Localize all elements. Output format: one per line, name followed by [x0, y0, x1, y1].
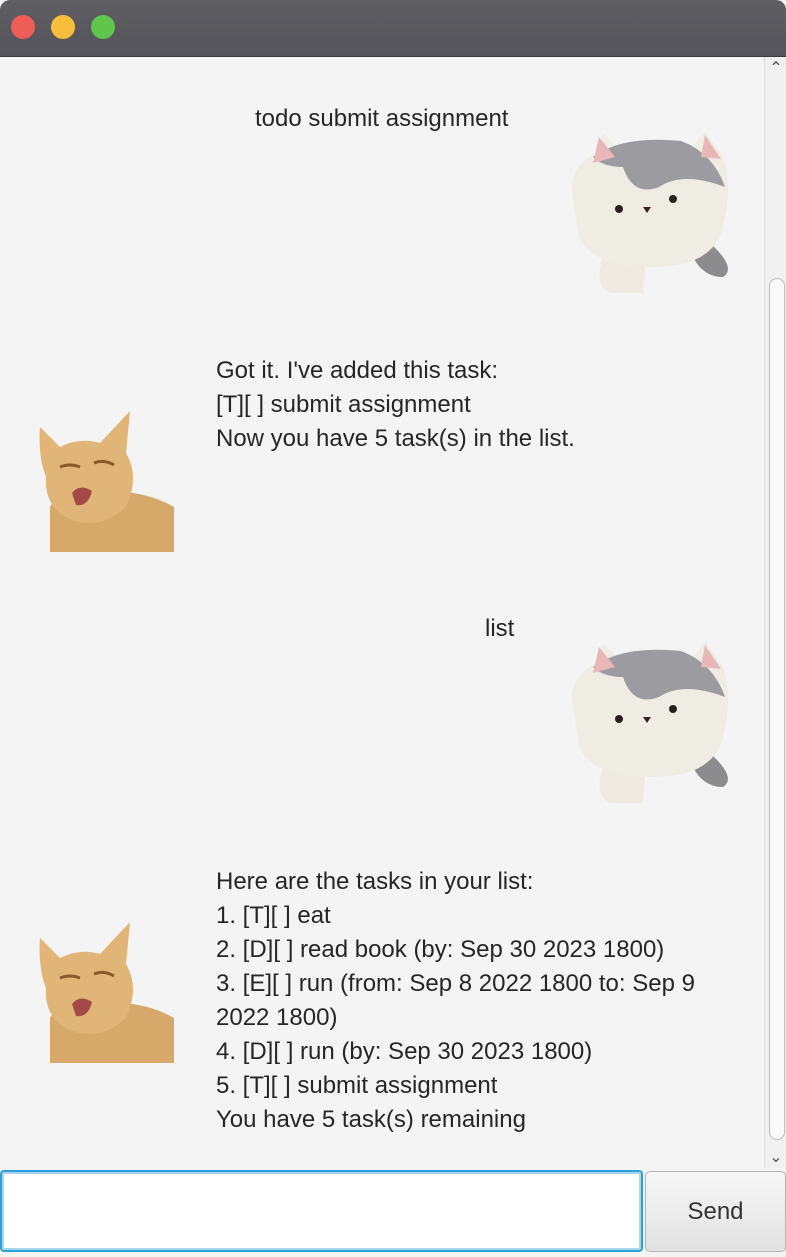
message-line: Here are the tasks in your list:: [216, 868, 534, 895]
minimize-window-button[interactable]: [51, 15, 75, 39]
message-line: 1. [T][ ] eat: [216, 902, 331, 929]
message-line: 5. [T][ ] submit assignment: [216, 1072, 498, 1099]
chevron-down-icon[interactable]: ⌄: [765, 1146, 786, 1168]
close-window-button[interactable]: [11, 15, 35, 39]
user-message: list: [485, 612, 514, 646]
maximize-window-button[interactable]: [91, 15, 115, 39]
user-message: todo submit assignment: [255, 102, 508, 136]
message-line: [T][ ] submit assignment: [216, 391, 471, 418]
window-titlebar: [0, 0, 786, 57]
message-line: 4. [D][ ] run (by: Sep 30 2023 1800): [216, 1038, 593, 1065]
orange-cat-avatar: [39, 922, 174, 1063]
dialog-container[interactable]: todo submit assignment Got it. I've adde…: [0, 57, 764, 1168]
vertical-scrollbar[interactable]: ⌃ ⌄: [764, 57, 786, 1168]
message-line: todo submit assignment: [255, 105, 509, 132]
chevron-up-icon[interactable]: ⌃: [765, 57, 786, 79]
scrollbar-thumb[interactable]: [769, 278, 785, 1140]
plush-cat-avatar: [572, 641, 728, 803]
bot-message: Got it. I've added this task: [T][ ] sub…: [216, 354, 575, 456]
message-line: 2. [D][ ] read book (by: Sep 30 2023 180…: [216, 936, 665, 963]
message-input[interactable]: [0, 1170, 643, 1252]
message-line: 3. [E][ ] run (from: Sep 8 2022 1800 to:…: [216, 970, 695, 997]
message-line: Got it. I've added this task:: [216, 357, 499, 384]
message-line: list: [485, 615, 515, 642]
message-line: You have 5 task(s) remaining: [216, 1106, 526, 1133]
message-line: 2022 1800): [216, 1004, 338, 1031]
message-line: Now you have 5 task(s) in the list.: [216, 425, 575, 452]
orange-cat-avatar: [39, 411, 174, 552]
bot-message: Here are the tasks in your list: 1. [T][…: [216, 865, 695, 1137]
send-button[interactable]: Send: [645, 1171, 786, 1252]
plush-cat-avatar: [572, 131, 728, 293]
